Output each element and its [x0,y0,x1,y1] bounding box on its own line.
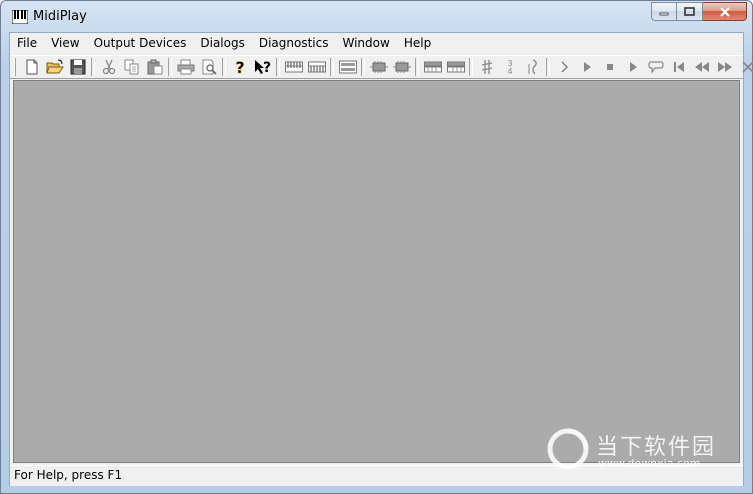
paste-icon [147,59,162,75]
stop-icon [606,64,613,70]
watermark: 当下软件园 www.downxia.com [546,425,736,477]
close-file-button[interactable] [736,56,753,78]
menu-output-devices[interactable]: Output Devices [87,33,194,54]
piano-roll-alt-icon [446,61,465,73]
copy-button[interactable] [120,56,143,78]
stop-button[interactable] [598,56,621,78]
window-title: MidiPlay [33,9,87,24]
print-icon [177,59,194,75]
toolbar-separator [415,58,419,76]
channel-view-icon [338,60,357,74]
tuning-button[interactable] [521,56,544,78]
keyboard-alt-icon [307,61,326,73]
toolbar-grip[interactable] [14,58,16,76]
print-preview-icon [202,59,217,75]
close-file-icon [741,61,753,73]
channel-view-button[interactable] [336,56,359,78]
next-icon [561,61,568,73]
minimize-icon [659,12,669,15]
piano-roll-button[interactable] [421,56,444,78]
status-help-text: For Help, press F1 [14,468,123,482]
minimize-button[interactable] [651,2,677,21]
next-button[interactable] [552,56,575,78]
menu-dialogs[interactable]: Dialogs [193,33,251,54]
toolbar-separator [361,58,365,76]
context-help-button[interactable]: ? [251,56,274,78]
piano-app-icon [12,10,28,24]
print-preview-button[interactable] [197,56,220,78]
fast-forward-icon [717,62,732,72]
sharp-button[interactable] [475,56,498,78]
close-icon [719,6,730,17]
toolbar-separator [222,58,226,76]
toolbar-separator [276,58,280,76]
play-button[interactable] [575,56,598,78]
tuning-icon [528,59,537,75]
menu-diagnostics[interactable]: Diagnostics [252,33,336,54]
svg-text:?: ? [235,59,244,75]
mdi-workspace[interactable] [13,80,740,463]
maximize-button[interactable] [677,2,703,21]
step-icon [629,62,637,72]
sharp-icon [481,60,492,74]
menu-view[interactable]: View [44,33,86,54]
cable-button[interactable] [367,56,390,78]
save-icon [70,59,85,75]
menu-window[interactable]: Window [336,33,397,54]
cut-icon [102,59,115,75]
about-icon: ? [235,59,245,75]
piano-roll-alt-button[interactable] [444,56,467,78]
time-signature-icon: 34 [507,59,512,75]
client-area: File View Output Devices Dialogs Diagnos… [9,32,753,486]
title-bar[interactable]: MidiPlay [1,1,752,33]
watermark-logo-icon [547,428,589,470]
context-help-icon: ? [254,60,271,75]
rewind-start-button[interactable] [667,56,690,78]
loop-button[interactable] [644,56,667,78]
toolbar-separator [91,58,95,76]
svg-text:4: 4 [507,67,512,75]
toolbar-separator [330,58,334,76]
app-window: MidiPlay File View Output Devices Dialog… [0,0,753,494]
save-button[interactable] [66,56,89,78]
cut-button[interactable] [97,56,120,78]
print-button[interactable] [174,56,197,78]
keyboard-alt-button[interactable] [305,56,328,78]
close-button[interactable] [703,2,747,21]
cable-icon [369,61,388,73]
new-icon [26,59,37,75]
time-signature-button[interactable]: 34 [498,56,521,78]
about-button[interactable]: ? [228,56,251,78]
piano-roll-icon [423,61,442,73]
toolbar-separator [546,58,550,76]
rewind-button[interactable] [690,56,713,78]
new-button[interactable] [20,56,43,78]
watermark-url: www.downxia.com [598,457,701,470]
menu-bar: File View Output Devices Dialogs Diagnos… [10,33,743,54]
fast-forward-button[interactable] [713,56,736,78]
toolbar-separator [168,58,172,76]
keyboard-icon [284,61,303,73]
open-icon [45,59,64,74]
menu-file[interactable]: File [10,33,44,54]
rewind-icon [694,62,709,72]
cable-alt-button[interactable] [390,56,413,78]
menu-help[interactable]: Help [397,33,438,54]
open-button[interactable] [43,56,66,78]
caption-buttons [651,2,747,22]
copy-icon [124,59,138,75]
play-icon [583,62,591,72]
maximize-icon [684,7,695,16]
paste-button[interactable] [143,56,166,78]
toolbar: ? ? 3 4 [10,55,753,79]
svg-text:?: ? [262,60,270,75]
cable-alt-icon [392,61,411,73]
rewind-start-icon [673,62,684,72]
toolbar-separator [469,58,473,76]
step-button[interactable] [621,56,644,78]
keyboard-button[interactable] [282,56,305,78]
loop-icon [647,61,664,74]
